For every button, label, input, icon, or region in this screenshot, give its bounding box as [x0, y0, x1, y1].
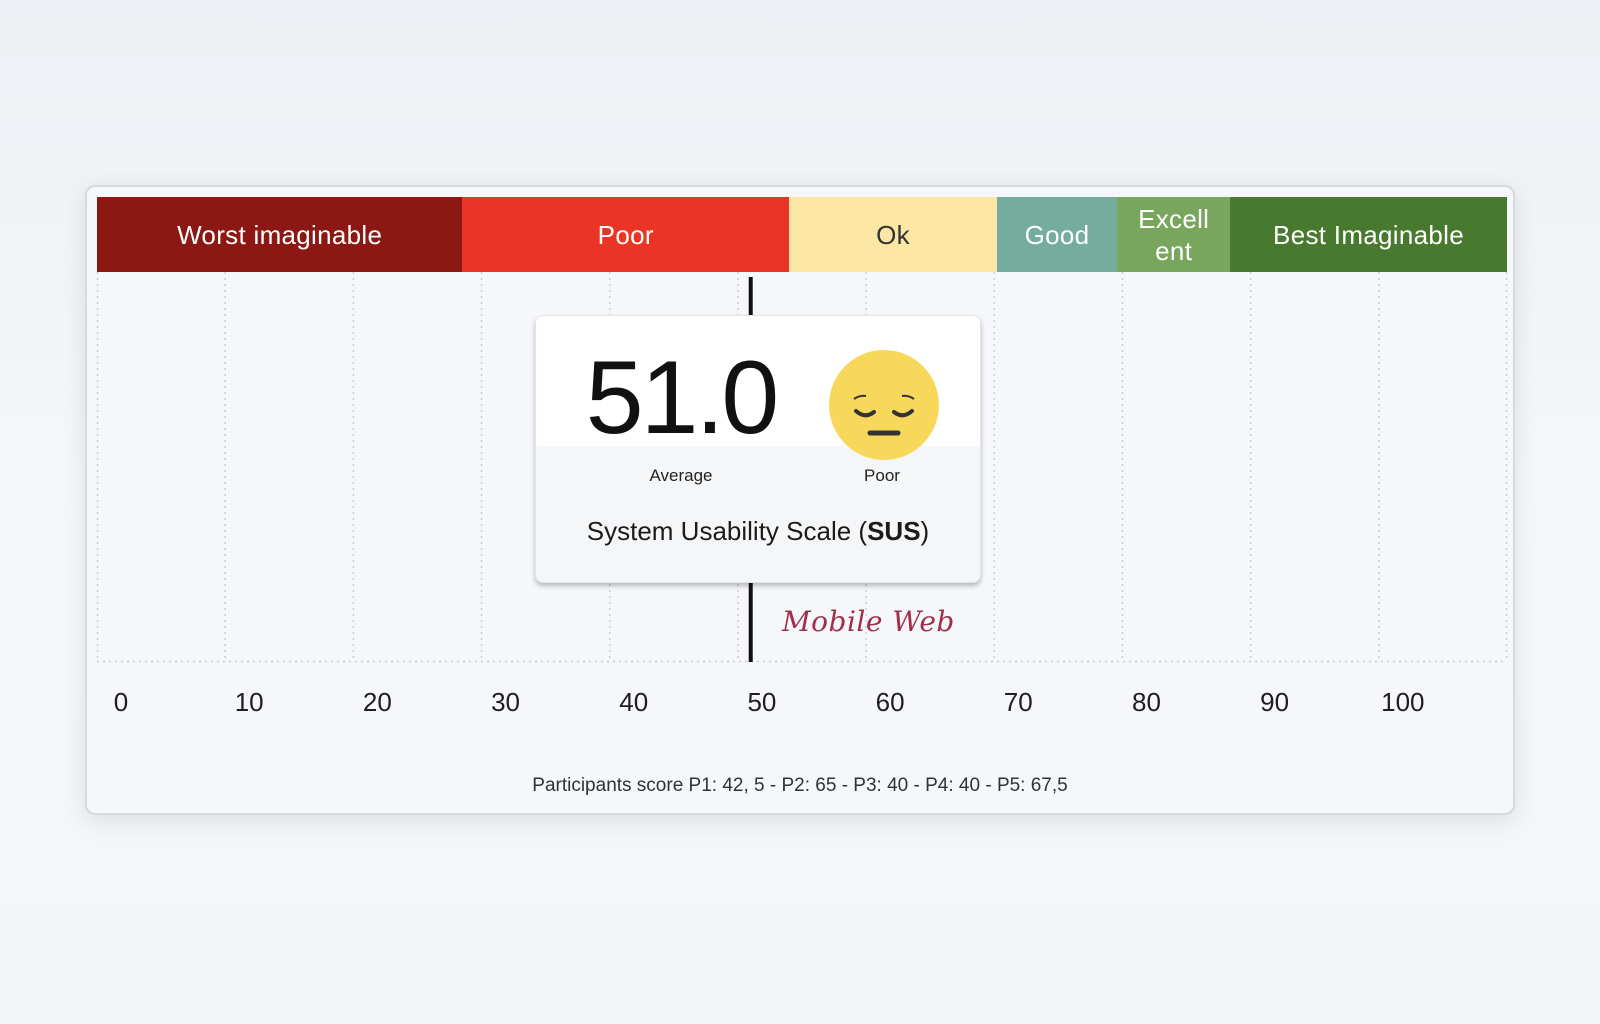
sus-gauge-card: Worst imaginable Poor Ok Good Excell ent Best…	[85, 185, 1515, 815]
score-card: 51.0 Average Poor System Usability Scale…	[535, 315, 981, 583]
band-worst-imaginable: Worst imaginable	[97, 197, 463, 272]
band-ok: Ok	[789, 197, 997, 272]
band-poor: Poor	[462, 197, 790, 272]
scale-title-abbr: SUS	[867, 516, 921, 546]
pensive-face-icon	[829, 350, 939, 460]
tick-label: 0	[113, 687, 129, 717]
score-value: 51.0	[585, 340, 779, 456]
tick-label: 70	[1003, 687, 1033, 717]
tick-label: 90	[1260, 687, 1290, 717]
tick-label: 10	[234, 687, 264, 717]
x-axis-ticks: 0 10 20 30 40 50 60 70 80 90 100	[97, 687, 1507, 727]
rating-caption: Poor	[864, 466, 900, 485]
score-caption: Average	[649, 466, 713, 485]
scale-title: System Usability Scale (SUS)	[536, 516, 980, 547]
tick-label: 100	[1381, 687, 1425, 717]
scale-title-prefix: System Usability Scale (	[586, 516, 868, 546]
marker-annotation: Mobile Web	[782, 605, 955, 638]
scale-title-suffix: )	[920, 516, 930, 546]
tick-label: 20	[362, 687, 392, 717]
participants-footnote: Participants score P1: 42, 5 - P2: 65 - …	[532, 775, 1068, 796]
band-excell-ent: Excell ent	[1117, 197, 1231, 272]
tick-label: 40	[619, 687, 649, 717]
rating-bands: Worst imaginable Poor Ok Good Excell ent Best…	[97, 197, 1507, 272]
band-best-imaginable: Best Imaginable	[1230, 197, 1507, 272]
band-good: Good	[996, 197, 1118, 272]
tick-label: 30	[491, 687, 520, 717]
tick-label: 50	[747, 687, 777, 717]
tick-label: 60	[875, 687, 905, 717]
tick-label: 80	[1131, 687, 1161, 717]
